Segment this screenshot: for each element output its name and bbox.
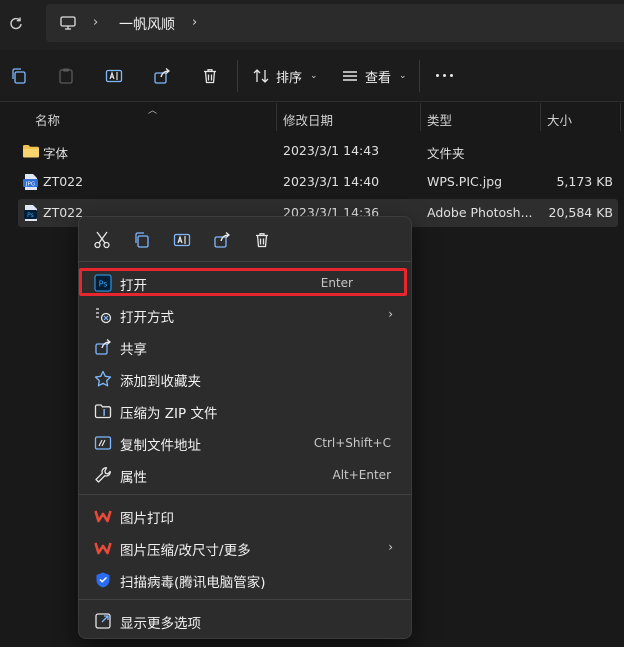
menu-item-label: 压缩为 ZIP 文件 bbox=[120, 406, 218, 422]
menu-item-image-compress[interactable]: 图片压缩/改尺寸/更多 › bbox=[83, 534, 407, 562]
file-date: 2023/3/1 14:40 bbox=[283, 174, 380, 189]
file-date: 2023/3/1 14:43 bbox=[283, 143, 380, 158]
star-icon bbox=[94, 370, 112, 387]
view-label: 查看 bbox=[365, 70, 392, 86]
chevron-down-icon: ⌄ bbox=[399, 71, 407, 81]
menu-item-label: 属性 bbox=[120, 470, 147, 486]
chevron-right-icon: › bbox=[388, 540, 393, 554]
menu-item-copy-path[interactable]: 复制文件地址 Ctrl+Shift+C bbox=[83, 429, 407, 457]
chevron-down-icon: ⌄ bbox=[310, 71, 318, 81]
column-header-name[interactable]: 名称 bbox=[35, 110, 60, 129]
address-bar[interactable]: › 一帆风顺 › bbox=[46, 4, 624, 42]
this-pc-icon bbox=[60, 16, 76, 30]
refresh-icon[interactable] bbox=[9, 17, 23, 31]
menu-item-label: 显示更多选项 bbox=[120, 616, 201, 632]
sort-button[interactable]: 排序 ⌄ bbox=[252, 66, 318, 86]
wps-icon bbox=[94, 510, 112, 523]
table-row[interactable]: 字体 2023/3/1 14:43 文件夹 bbox=[18, 137, 618, 165]
menu-item-open-with[interactable]: 打开方式 › bbox=[83, 301, 407, 329]
copy-icon[interactable] bbox=[133, 231, 151, 249]
file-size: 20,584 KB bbox=[548, 205, 613, 220]
menu-item-open[interactable]: Ps 打开 Enter bbox=[83, 269, 407, 297]
view-list-icon bbox=[343, 71, 357, 81]
wrench-icon bbox=[95, 467, 111, 483]
toolbar-separator bbox=[237, 60, 238, 92]
copy-path-icon bbox=[94, 436, 112, 450]
menu-item-shortcut: Enter bbox=[320, 276, 353, 290]
jpg-badge-text: JPG bbox=[25, 181, 35, 187]
chevron-right-icon[interactable]: › bbox=[93, 16, 105, 30]
menu-item-label: 打开方式 bbox=[120, 310, 174, 326]
zip-folder-icon bbox=[94, 404, 112, 419]
column-header-size[interactable]: 大小 bbox=[547, 110, 572, 129]
view-button[interactable]: 查看 ⌄ bbox=[341, 66, 407, 86]
psd-badge-text: Ps bbox=[27, 212, 34, 219]
menu-item-label: 共享 bbox=[120, 342, 147, 358]
menu-item-compress-zip[interactable]: 压缩为 ZIP 文件 bbox=[83, 397, 407, 425]
menu-item-virus-scan[interactable]: 扫描病毒(腾讯电脑管家) bbox=[83, 566, 407, 594]
menu-separator bbox=[79, 261, 411, 262]
menu-item-label: 扫描病毒(腾讯电脑管家) bbox=[120, 575, 266, 591]
more-options-icon[interactable] bbox=[436, 74, 453, 77]
open-with-icon bbox=[96, 308, 112, 324]
sort-ascending-icon: ︿ bbox=[148, 106, 158, 116]
column-divider[interactable] bbox=[420, 103, 421, 131]
menu-item-label: 图片打印 bbox=[120, 511, 174, 527]
file-name: ZT022 bbox=[43, 205, 84, 220]
toolbar-separator bbox=[419, 60, 420, 92]
menu-item-label: 图片压缩/改尺寸/更多 bbox=[120, 543, 251, 559]
menu-item-properties[interactable]: 属性 Alt+Enter bbox=[83, 461, 407, 489]
column-header-type[interactable]: 类型 bbox=[427, 110, 452, 129]
menu-item-image-print[interactable]: 图片打印 bbox=[83, 502, 407, 530]
menu-item-add-favorites[interactable]: 添加到收藏夹 bbox=[83, 365, 407, 393]
menu-item-share[interactable]: 共享 bbox=[83, 333, 407, 361]
psd-file-icon: Ps bbox=[24, 205, 37, 221]
share-icon[interactable] bbox=[213, 231, 231, 249]
photoshop-icon: Ps bbox=[94, 274, 112, 292]
rename-icon[interactable] bbox=[105, 67, 123, 85]
menu-separator bbox=[79, 494, 411, 495]
menu-item-shortcut: Ctrl+Shift+C bbox=[313, 436, 391, 450]
file-size: 5,173 KB bbox=[556, 174, 613, 189]
sort-icon bbox=[253, 69, 269, 83]
file-type: 文件夹 bbox=[427, 146, 465, 161]
delete-icon[interactable] bbox=[201, 67, 219, 85]
share-icon[interactable] bbox=[153, 67, 171, 85]
jpg-file-icon: JPG bbox=[23, 174, 38, 190]
paste-icon[interactable] bbox=[57, 67, 75, 85]
menu-item-label: 打开 bbox=[120, 278, 147, 294]
file-name: ZT022 bbox=[43, 174, 84, 189]
menu-item-shortcut: Alt+Enter bbox=[332, 468, 391, 482]
table-row[interactable]: JPG ZT022 2023/3/1 14:40 WPS.PIC.jpg 5,1… bbox=[18, 168, 618, 196]
menu-item-label: 添加到收藏夹 bbox=[120, 374, 201, 390]
file-type: WPS.PIC.jpg bbox=[427, 174, 503, 189]
column-header-date[interactable]: 修改日期 bbox=[283, 110, 333, 129]
rename-icon[interactable] bbox=[173, 231, 191, 249]
file-type: Adobe Photosh... bbox=[427, 205, 533, 220]
column-divider[interactable] bbox=[620, 103, 621, 131]
wps-icon bbox=[94, 542, 112, 555]
folder-icon bbox=[23, 145, 39, 158]
column-divider[interactable] bbox=[540, 103, 541, 131]
more-options-icon bbox=[95, 613, 111, 629]
column-divider[interactable] bbox=[276, 103, 277, 131]
sort-label: 排序 bbox=[276, 70, 303, 86]
menu-item-label: 复制文件地址 bbox=[120, 438, 201, 454]
address-bar-area: › 一帆风顺 › bbox=[0, 0, 624, 50]
cut-icon[interactable] bbox=[93, 231, 111, 249]
command-bar: 排序 ⌄ 查看 ⌄ bbox=[0, 50, 624, 102]
share-icon bbox=[95, 339, 112, 355]
shield-icon bbox=[96, 572, 110, 588]
chevron-right-icon: › bbox=[388, 307, 393, 321]
menu-separator bbox=[79, 599, 411, 600]
menu-item-more-options[interactable]: 显示更多选项 bbox=[83, 607, 407, 635]
breadcrumb-folder[interactable]: 一帆风顺 bbox=[119, 14, 175, 34]
context-menu: Ps 打开 Enter 打开方式 › 共享 添加到收藏夹 压缩为 ZIP 文件 … bbox=[78, 216, 412, 639]
delete-icon[interactable] bbox=[253, 231, 271, 249]
file-name: 字体 bbox=[43, 146, 69, 161]
photoshop-icon-text: Ps bbox=[99, 280, 108, 289]
chevron-right-icon[interactable]: › bbox=[192, 16, 204, 30]
copy-icon[interactable] bbox=[10, 67, 28, 85]
column-headers: ︿ 名称 修改日期 类型 大小 bbox=[0, 103, 624, 131]
